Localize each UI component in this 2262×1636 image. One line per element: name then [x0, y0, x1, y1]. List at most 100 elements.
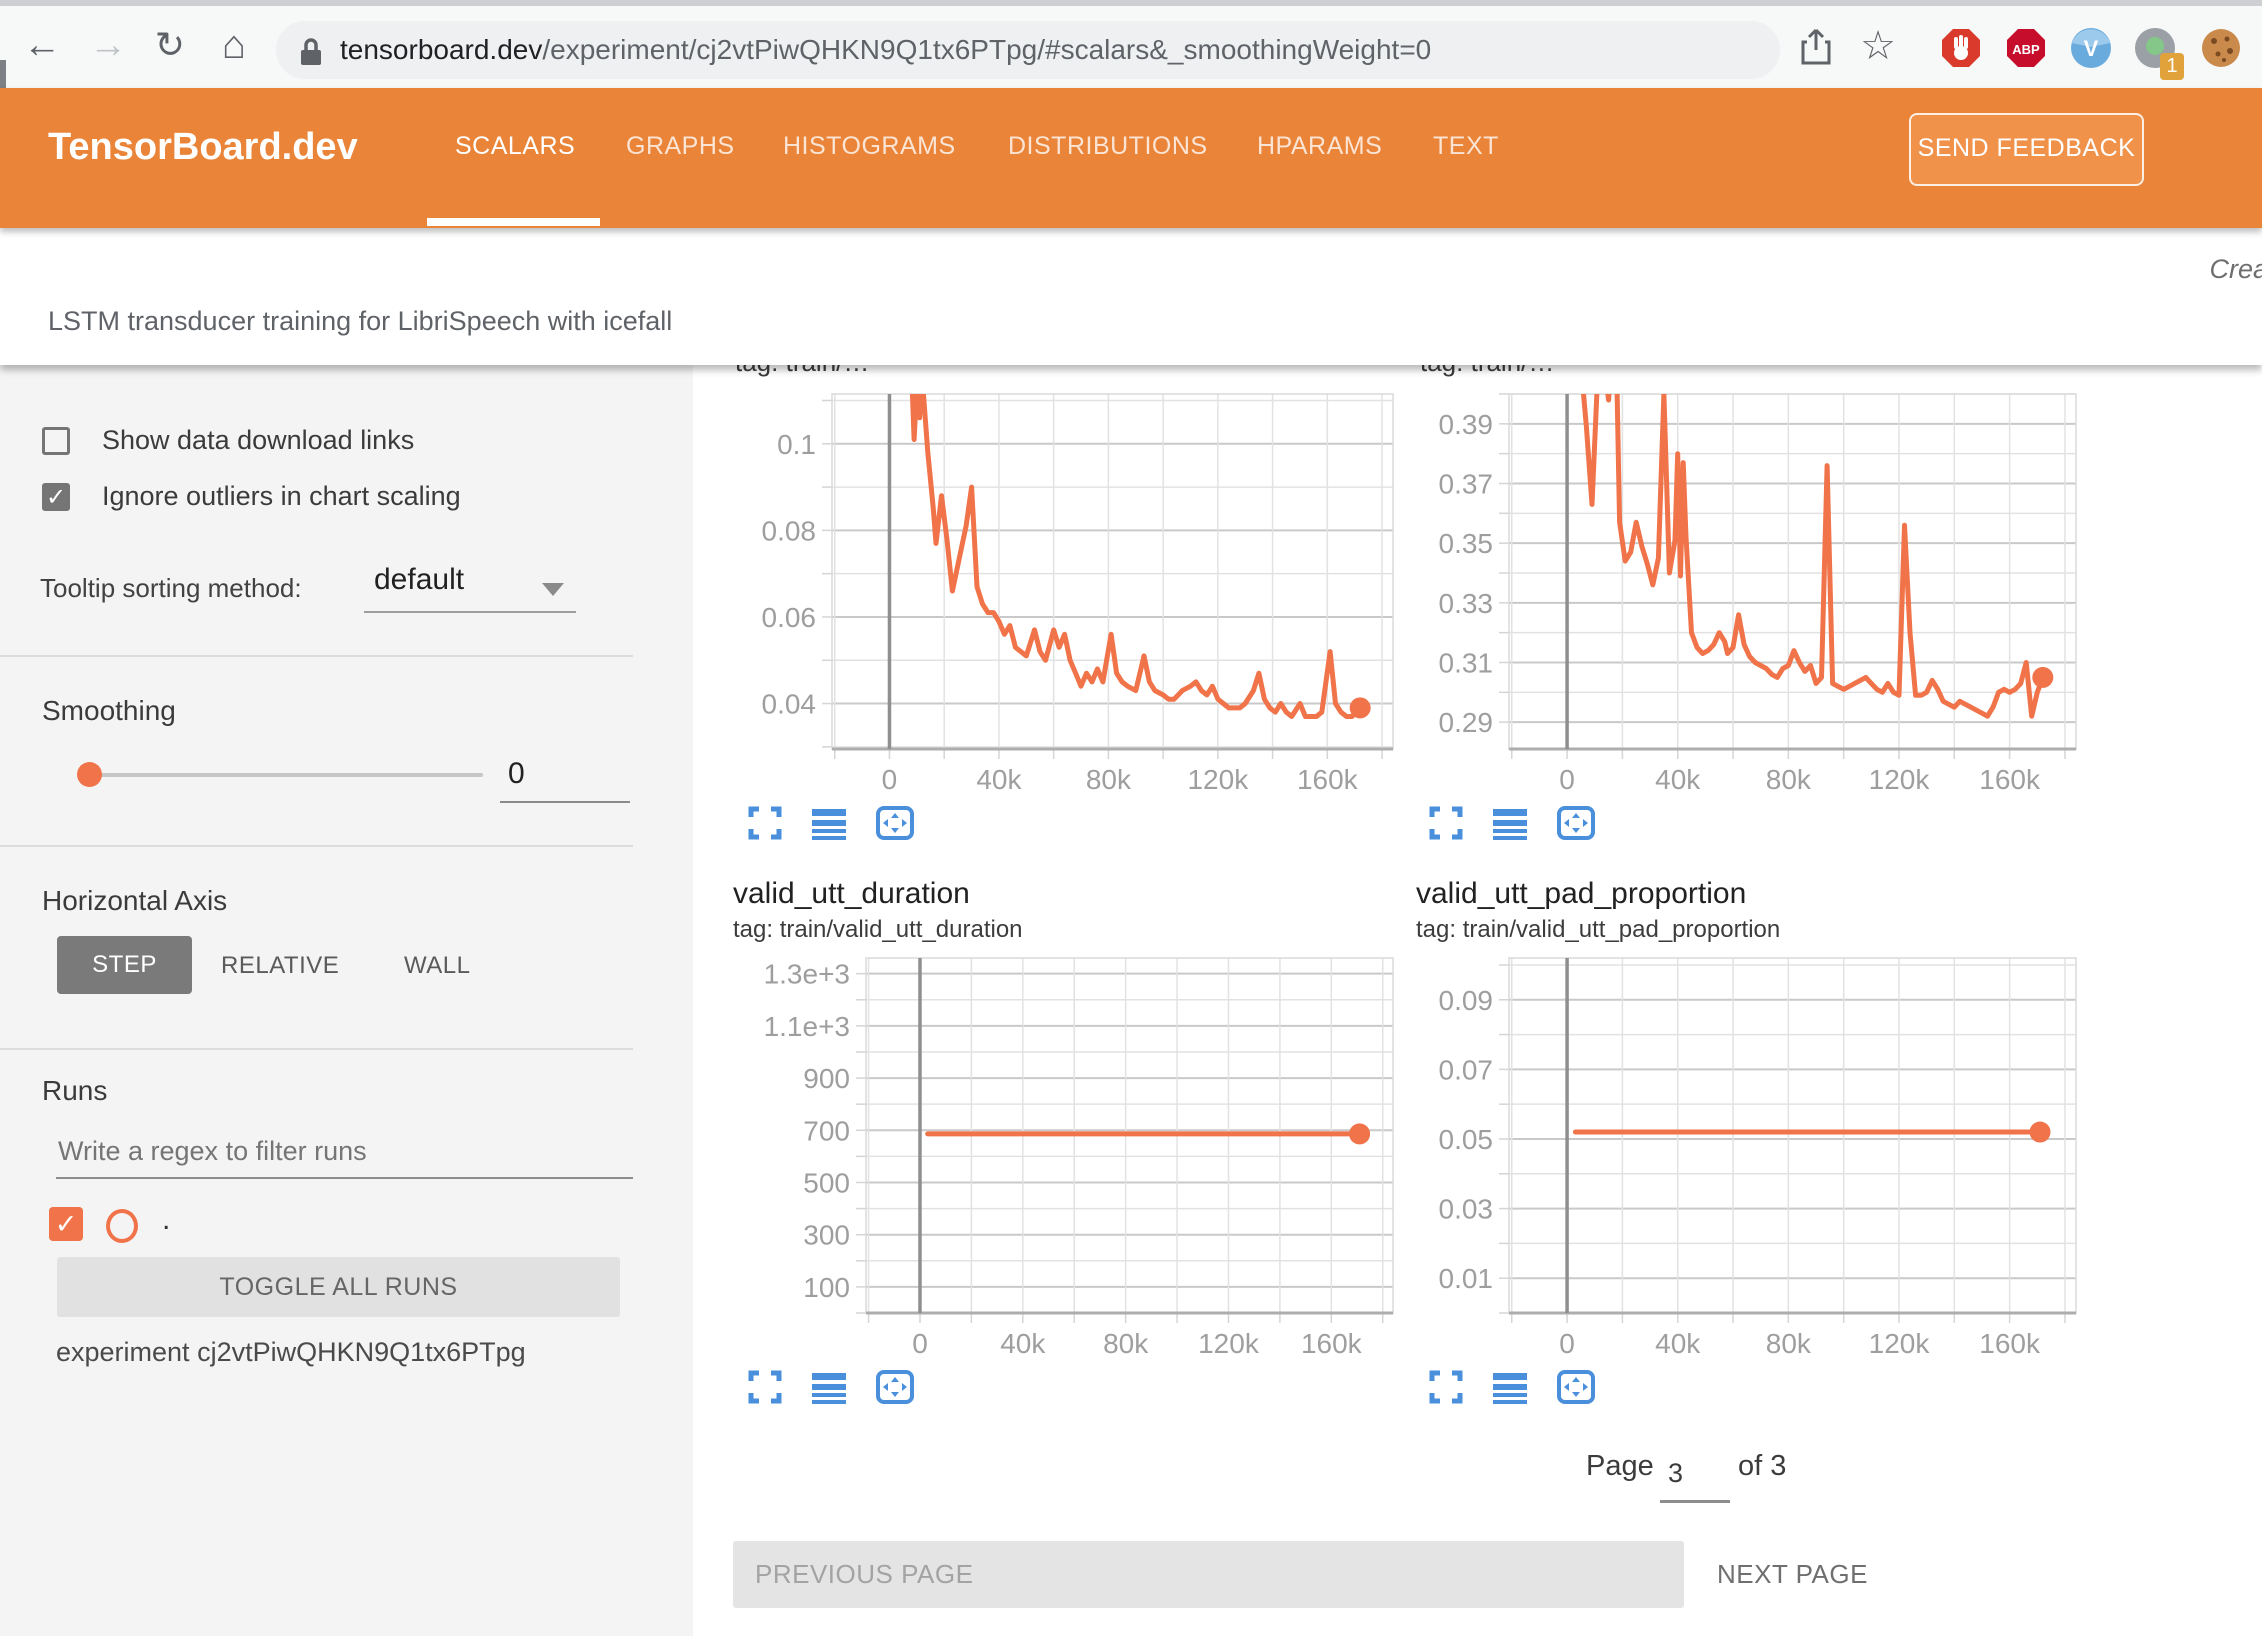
- svg-text:0.06: 0.06: [762, 602, 817, 633]
- run-checkbox-checked[interactable]: ✓: [49, 1207, 83, 1241]
- experiment-id-label: experiment cj2vtPiwQHKN9Q1tx6PTpg: [56, 1337, 526, 1368]
- svg-text:80k: 80k: [1103, 1328, 1149, 1358]
- svg-text:0.04: 0.04: [762, 689, 817, 720]
- adblock-icon[interactable]: [1940, 27, 1982, 69]
- page-label: Page: [1586, 1450, 1654, 1483]
- svg-text:V: V: [2084, 36, 2099, 61]
- svg-text:0: 0: [912, 1328, 928, 1358]
- cookie-icon[interactable]: [2200, 27, 2242, 69]
- tab-text[interactable]: TEXT: [1433, 132, 1499, 161]
- svg-text:0.29: 0.29: [1439, 707, 1494, 738]
- ignore-outliers-row[interactable]: ✓ Ignore outliers in chart scaling: [42, 481, 461, 512]
- vimium-icon[interactable]: V: [2070, 27, 2112, 69]
- tab-hparams[interactable]: HPARAMS: [1257, 132, 1382, 161]
- browser-toolbar: ← → ↻ ⌂ tensorboard.dev/experiment/cj2vt…: [0, 6, 2262, 88]
- share-icon[interactable]: [1790, 6, 1842, 88]
- toggle-y-axis-icon[interactable]: [1493, 806, 1533, 846]
- back-icon[interactable]: ←: [14, 6, 70, 88]
- svg-text:120k: 120k: [1869, 1328, 1931, 1358]
- toggle-y-axis-icon[interactable]: [1493, 1370, 1533, 1410]
- chart-top-right[interactable]: 0.290.310.330.350.370.39040k80k120k160k: [1383, 392, 2083, 794]
- svg-text:80k: 80k: [1766, 1328, 1812, 1358]
- svg-text:120k: 120k: [1187, 764, 1249, 794]
- svg-text:160k: 160k: [1297, 764, 1359, 794]
- chart-tag: tag: train/valid_utt_pad_proportion: [1416, 916, 1780, 944]
- chart-bottom-left[interactable]: 1003005007009001.1e+31.3e+3040k80k120k16…: [700, 956, 1400, 1358]
- svg-text:0.33: 0.33: [1439, 588, 1494, 619]
- tab-scalars[interactable]: SCALARS: [455, 132, 575, 161]
- axis-step-button[interactable]: STEP: [57, 936, 192, 994]
- smoothing-slider-track[interactable]: [88, 773, 483, 777]
- fit-domain-icon[interactable]: [876, 806, 916, 846]
- address-bar[interactable]: tensorboard.dev/experiment/cj2vtPiwQHKN9…: [276, 21, 1780, 79]
- svg-text:0: 0: [1559, 1328, 1575, 1358]
- svg-text:160k: 160k: [1979, 1328, 2041, 1358]
- send-feedback-button[interactable]: SEND FEEDBACK: [1909, 113, 2144, 186]
- toggle-y-axis-icon[interactable]: [812, 1370, 852, 1410]
- tab-graphs[interactable]: GRAPHS: [626, 132, 735, 161]
- run-name: .: [162, 1203, 170, 1237]
- charts-panel: tag: train/… tag: train/… 0.040.060.080.…: [693, 365, 2262, 1636]
- tab-distributions[interactable]: DISTRIBUTIONS: [1008, 132, 1208, 161]
- svg-text:120k: 120k: [1198, 1328, 1260, 1358]
- star-icon[interactable]: ☆: [1852, 6, 1904, 88]
- select-underline: [364, 611, 576, 613]
- chart-title: valid_utt_pad_proportion: [1416, 877, 1746, 911]
- home-icon[interactable]: ⌂: [206, 6, 262, 88]
- svg-text:0.03: 0.03: [1439, 1194, 1494, 1225]
- svg-text:0: 0: [882, 764, 898, 794]
- expand-chart-icon[interactable]: [1429, 1370, 1469, 1410]
- svg-text:0.39: 0.39: [1439, 409, 1494, 440]
- fit-domain-icon[interactable]: [1557, 806, 1597, 846]
- expand-chart-icon[interactable]: [748, 1370, 788, 1410]
- checkbox-label: Show data download links: [102, 425, 414, 456]
- toggle-y-axis-icon[interactable]: [812, 806, 852, 846]
- chart-toolbar: [1429, 806, 1597, 846]
- page-number-input[interactable]: [1666, 1457, 1730, 1490]
- smoothing-label: Smoothing: [42, 695, 176, 727]
- page-count-label: of 3: [1738, 1450, 1786, 1483]
- page-input-underline: [1660, 1500, 1730, 1503]
- svg-text:160k: 160k: [1979, 764, 2041, 794]
- fit-domain-icon[interactable]: [1557, 1370, 1597, 1410]
- smoothing-value[interactable]: 0: [508, 757, 525, 791]
- previous-page-button[interactable]: PREVIOUS PAGE: [733, 1541, 1684, 1608]
- chart-top-left[interactable]: 0.040.060.080.1040k80k120k160k: [700, 392, 1400, 794]
- reload-icon[interactable]: ↻: [142, 6, 198, 88]
- chart-tag: tag: train/valid_utt_duration: [733, 916, 1023, 944]
- svg-text:40k: 40k: [1000, 1328, 1046, 1358]
- url-domain: tensorboard.dev: [340, 34, 542, 65]
- svg-text:160k: 160k: [1301, 1328, 1363, 1358]
- svg-text:0.1: 0.1: [777, 429, 816, 460]
- runs-regex-input[interactable]: [56, 1135, 620, 1168]
- chart-bottom-right[interactable]: 0.010.030.050.070.09040k80k120k160k: [1383, 956, 2083, 1358]
- fit-domain-icon[interactable]: [876, 1370, 916, 1410]
- checkbox-label: Ignore outliers in chart scaling: [102, 481, 461, 512]
- tooltip-sorting-select[interactable]: default: [374, 563, 464, 597]
- svg-text:300: 300: [803, 1220, 850, 1251]
- profile-icon[interactable]: 1: [2134, 27, 2176, 69]
- svg-text:0.07: 0.07: [1439, 1054, 1494, 1085]
- expand-chart-icon[interactable]: [1429, 806, 1469, 846]
- next-page-button[interactable]: NEXT PAGE: [1717, 1541, 1868, 1608]
- svg-text:0.37: 0.37: [1439, 468, 1494, 499]
- forward-icon[interactable]: →: [80, 6, 136, 88]
- checkbox-unchecked-icon[interactable]: [42, 427, 70, 455]
- tab-histograms[interactable]: HISTOGRAMS: [783, 132, 956, 161]
- axis-relative-button[interactable]: RELATIVE: [221, 952, 339, 980]
- axis-wall-button[interactable]: WALL: [404, 952, 470, 980]
- show-data-download-links-row[interactable]: Show data download links: [42, 425, 414, 456]
- expand-chart-icon[interactable]: [748, 806, 788, 846]
- run-color-circle-icon[interactable]: [106, 1209, 138, 1243]
- toggle-all-runs-button[interactable]: TOGGLE ALL RUNS: [57, 1257, 620, 1317]
- svg-text:0.35: 0.35: [1439, 528, 1494, 559]
- checkbox-checked-icon[interactable]: ✓: [42, 483, 70, 511]
- abp-icon[interactable]: ABP: [2005, 27, 2047, 69]
- chart-toolbar: [1429, 1370, 1597, 1410]
- chevron-down-icon[interactable]: [542, 583, 564, 596]
- svg-text:80k: 80k: [1766, 764, 1812, 794]
- experiment-title: LSTM transducer training for LibriSpeech…: [48, 306, 672, 337]
- svg-text:80k: 80k: [1086, 764, 1132, 794]
- smoothing-slider-handle[interactable]: [77, 762, 102, 787]
- url-path: /experiment/cj2vtPiwQHKN9Q1tx6PTpg/#scal…: [542, 34, 1431, 65]
